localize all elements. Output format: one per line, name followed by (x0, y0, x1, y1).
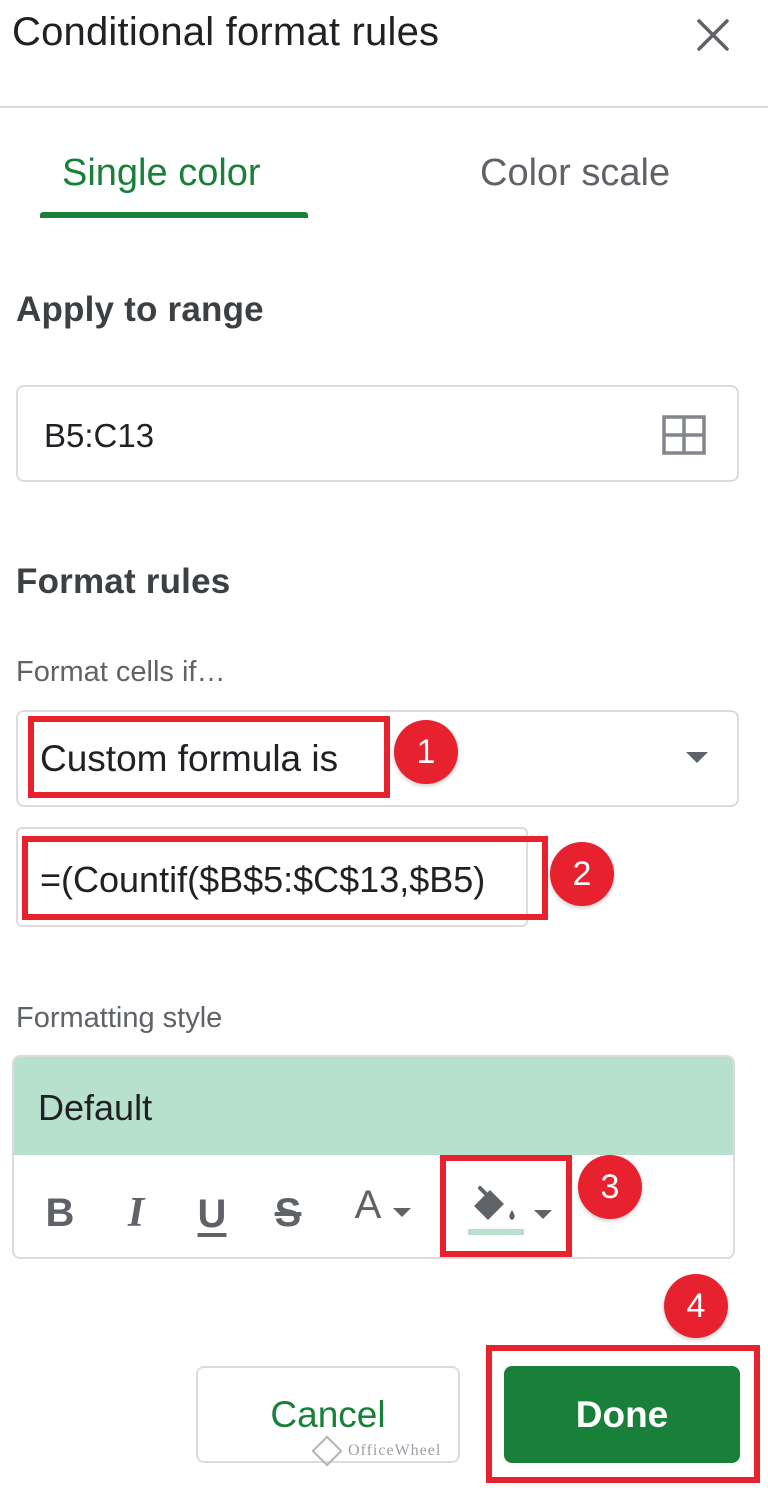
tab-color-scale[interactable]: Color scale (480, 152, 670, 195)
formatting-style-label: Formatting style (16, 1002, 223, 1034)
chevron-down-icon (393, 1207, 412, 1217)
text-color-icon: A (354, 1182, 382, 1227)
italic-button[interactable]: I (114, 1185, 158, 1241)
watermark-text: OfficeWheel (348, 1442, 442, 1459)
step-badge-3: 3 (578, 1155, 642, 1219)
text-color-button[interactable]: A (340, 1177, 426, 1233)
highlight-fill-color (440, 1155, 572, 1257)
close-button[interactable] (690, 12, 736, 58)
watermark: OfficeWheel (311, 1435, 442, 1467)
highlight-done-button (486, 1345, 760, 1483)
close-icon (697, 19, 729, 51)
chevron-down-icon (686, 752, 708, 763)
formatting-style-box: Default B I U S A (12, 1055, 735, 1259)
grid-select-icon (662, 415, 706, 455)
highlight-formula (22, 836, 548, 920)
strikethrough-button[interactable]: S (266, 1185, 310, 1241)
highlight-condition-value (28, 716, 390, 798)
active-tab-indicator (40, 212, 308, 218)
underline-button[interactable]: U (190, 1185, 234, 1243)
range-value[interactable]: B5:C13 (44, 417, 154, 455)
style-preview-text: Default (38, 1087, 153, 1128)
step-badge-2: 2 (550, 842, 614, 906)
select-range-button[interactable] (662, 415, 706, 460)
step-badge-4: 4 (664, 1274, 728, 1338)
format-cells-if-label: Format cells if… (16, 656, 226, 688)
range-input[interactable]: B5:C13 (16, 385, 739, 482)
style-preview[interactable]: Default (14, 1057, 733, 1155)
panel-title: Conditional format rules (12, 10, 440, 54)
step-badge-1: 1 (394, 720, 458, 784)
tab-single-color[interactable]: Single color (62, 152, 261, 195)
watermark-logo-icon (311, 1435, 343, 1467)
format-rules-heading: Format rules (16, 562, 231, 601)
apply-to-range-heading: Apply to range (16, 290, 264, 329)
bold-button[interactable]: B (40, 1185, 80, 1241)
header-divider (0, 106, 768, 108)
